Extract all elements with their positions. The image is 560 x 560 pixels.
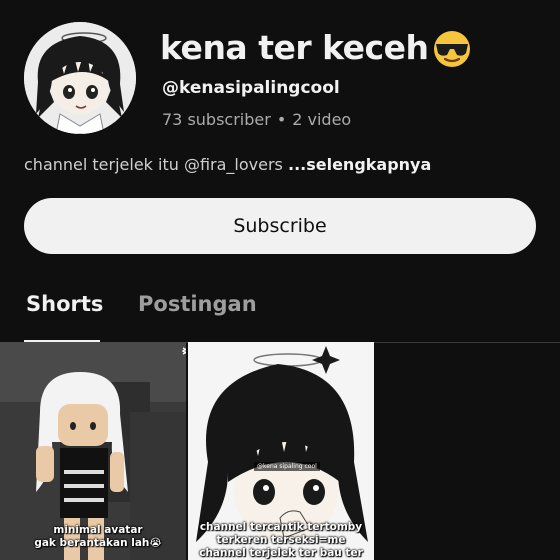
- caption-line: channel terjelek ter bau ter: [199, 547, 363, 559]
- short-thumbnail[interactable]: minimal avatar gak berantakan lah😭: [0, 342, 186, 560]
- short-caption: minimal avatar gak berantakan lah😭: [0, 524, 186, 550]
- caption-line: gak berantakan lah😭: [34, 537, 162, 549]
- description-text: channel terjelek itu @fira_lovers: [24, 155, 283, 174]
- caption-line: minimal avatar: [53, 524, 143, 536]
- channel-title: kena ter keceh: [160, 26, 473, 70]
- channel-handle: @kenasipalingcool: [162, 78, 340, 98]
- subscribe-button[interactable]: Subscribe: [24, 198, 536, 254]
- channel-description[interactable]: channel terjelek itu @fira_lovers ...sel…: [24, 155, 431, 174]
- channel-avatar[interactable]: [24, 22, 136, 134]
- channel-tabs: Shorts Postingan: [0, 282, 560, 343]
- shorts-grid: minimal avatar gak berantakan lah😭 @kena…: [0, 342, 560, 560]
- short-caption: channel tercantik tertomby terkeren ters…: [188, 521, 374, 560]
- caption-line: terkeren terseksi=me: [216, 534, 346, 546]
- channel-name-text: kena ter keceh: [160, 28, 429, 67]
- tab-shorts[interactable]: Shorts: [26, 292, 103, 316]
- avatar-illustration: [24, 22, 136, 134]
- stats-separator: •: [276, 110, 287, 129]
- short-thumbnail[interactable]: @kena sipaling cool channel tercantik te…: [188, 342, 374, 560]
- channel-stats: 73 subscriber • 2 video: [162, 110, 351, 129]
- tab-postingan[interactable]: Postingan: [138, 292, 257, 316]
- sunglasses-emoji-icon: [431, 27, 473, 69]
- caption-line: channel tercantik tertomby: [199, 521, 363, 533]
- channel-page: kena ter keceh @kenasipalingcool 73 subs…: [0, 0, 560, 560]
- show-more-link[interactable]: ...selengkapnya: [288, 155, 431, 174]
- subscriber-count: 73 subscriber: [162, 110, 271, 129]
- short-watermark: @kena sipaling cool: [254, 462, 320, 471]
- video-count: 2 video: [292, 110, 352, 129]
